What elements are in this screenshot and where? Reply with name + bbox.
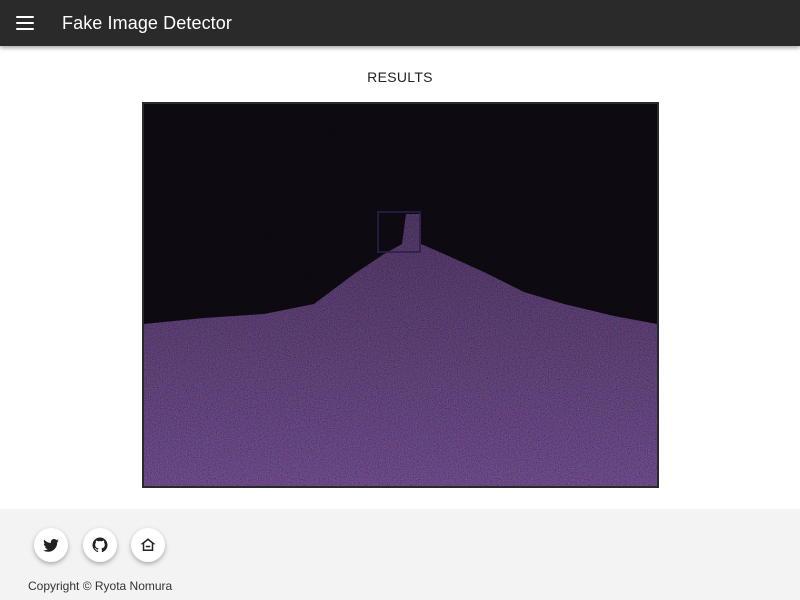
github-icon	[92, 537, 108, 553]
app-bar: Fake Image Detector	[0, 0, 800, 46]
footer: Copyright © Ryota Nomura	[0, 509, 800, 600]
twitter-icon	[43, 539, 59, 552]
home-button[interactable]	[131, 528, 165, 562]
home-icon	[140, 538, 156, 551]
copyright-text: Copyright © Ryota Nomura	[28, 579, 173, 593]
result-image	[142, 102, 659, 488]
twitter-button[interactable]	[34, 528, 68, 562]
github-button[interactable]	[83, 528, 117, 562]
results-title: RESULTS	[367, 69, 433, 85]
app-title: Fake Image Detector	[62, 12, 232, 33]
hamburger-menu-icon[interactable]	[16, 16, 34, 30]
main-content: RESULTS	[0, 46, 800, 509]
